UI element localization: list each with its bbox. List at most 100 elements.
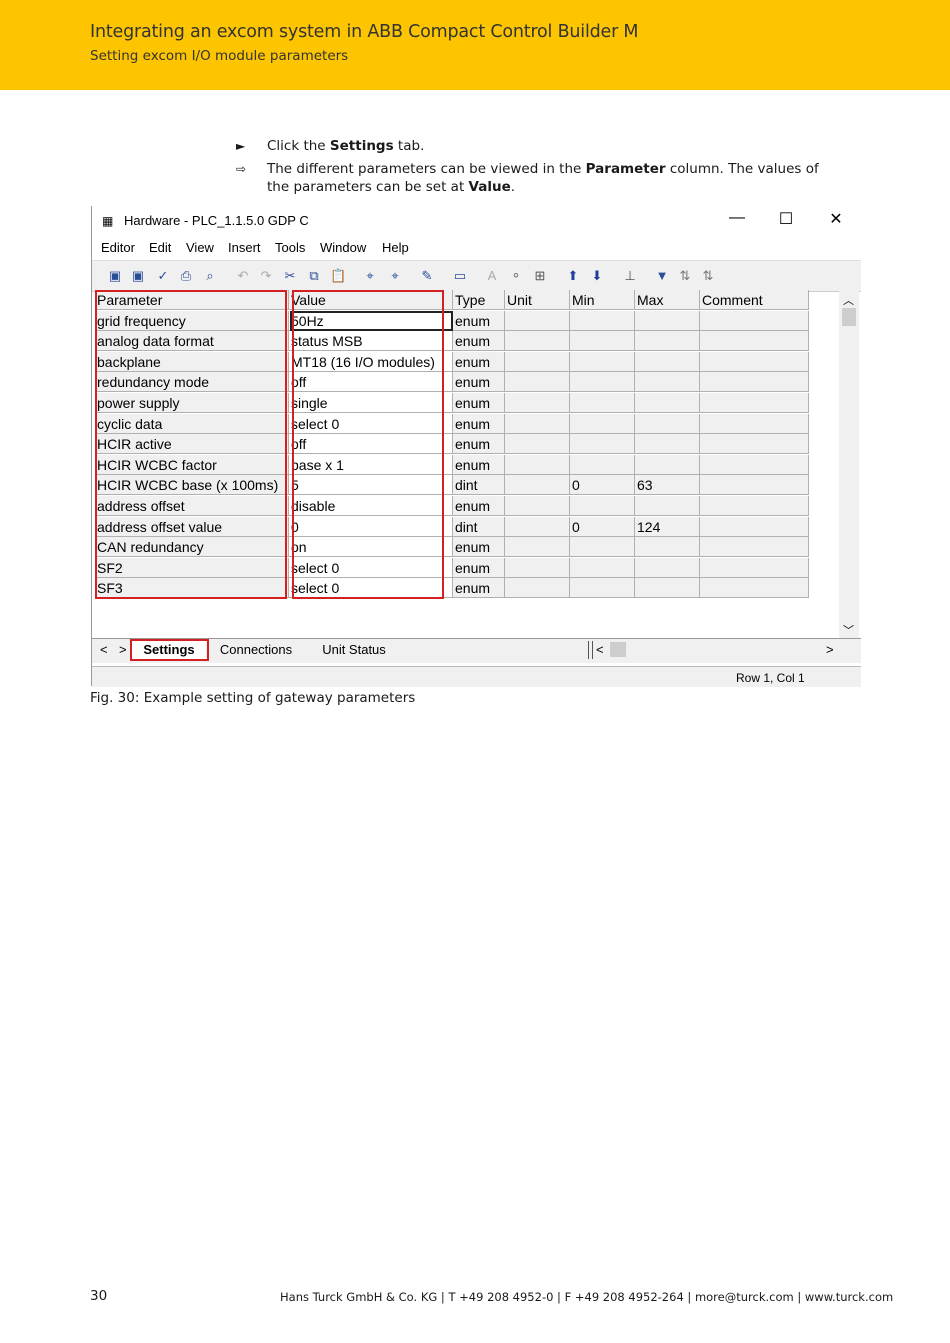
cell-max: 124 — [635, 516, 700, 537]
undo-icon[interactable]: ↶ — [235, 268, 251, 284]
cell-value[interactable]: 0 — [289, 516, 453, 537]
cut-icon[interactable]: ✂ — [282, 268, 298, 284]
cell-value[interactable]: single — [289, 393, 453, 413]
cell-parameter: HCIR WCBC factor — [95, 454, 289, 475]
cell-type: enum — [453, 310, 505, 331]
cell-unit — [505, 557, 570, 578]
link-icon[interactable]: ⚬ — [508, 268, 524, 284]
sheet-tab-bar: < > Settings Connections Unit Status < > — [92, 638, 861, 663]
maximize-icon[interactable]: ☐ — [771, 209, 801, 229]
window-title: Hardware - PLC_1.1.5.0 GDP C — [124, 213, 309, 228]
header-value: Value — [289, 290, 453, 310]
hardware-window-screenshot: ▦ Hardware - PLC_1.1.5.0 GDP C — ☐ ✕ Edi… — [91, 206, 861, 687]
cell-parameter: analog data format — [95, 331, 289, 352]
cell-comment — [700, 454, 809, 475]
tab-prev-icon[interactable]: < — [100, 642, 108, 657]
cell-value[interactable]: base x 1 — [289, 454, 453, 475]
header-title: Integrating an excom system in ABB Compa… — [90, 22, 639, 42]
cell-min: 0 — [570, 516, 635, 537]
cell-value[interactable]: off — [289, 372, 453, 393]
arrow-bullet-icon: ► — [236, 139, 246, 153]
cell-max — [635, 557, 700, 578]
find-icon[interactable]: ⌖ — [362, 268, 378, 284]
scroll-right-icon[interactable]: > — [826, 642, 834, 657]
cell-unit — [505, 578, 570, 599]
header-max: Max — [635, 290, 700, 310]
menu-insert[interactable]: Insert — [228, 240, 261, 255]
redo-icon[interactable]: ↷ — [258, 268, 274, 284]
page-number: 30 — [90, 1288, 108, 1304]
preview-icon[interactable]: ⌕ — [202, 268, 218, 284]
horizontal-scrollbar[interactable]: < > — [592, 641, 842, 659]
cell-comment — [700, 496, 809, 516]
save-all-icon[interactable]: ▣ — [130, 268, 146, 284]
cell-max — [635, 372, 700, 393]
menu-help[interactable]: Help — [382, 240, 409, 255]
cell-unit — [505, 516, 570, 537]
tree-icon[interactable]: ⊞ — [532, 268, 548, 284]
menu-editor[interactable]: Editor — [101, 240, 135, 255]
cell-type: enum — [453, 393, 505, 413]
menu-view[interactable]: View — [186, 240, 214, 255]
scroll-thumb[interactable] — [842, 308, 856, 326]
cell-value[interactable]: on — [289, 537, 453, 558]
paste-icon[interactable]: 📋 — [330, 268, 346, 284]
cell-value[interactable]: select 0 — [289, 578, 453, 599]
print-icon[interactable]: ⎙ — [178, 268, 194, 284]
filter-icon[interactable]: ▼ — [654, 268, 670, 284]
cell-value[interactable]: off — [289, 434, 453, 455]
cell-comment — [700, 310, 809, 331]
step-2-text: The different parameters can be viewed i… — [267, 161, 819, 195]
cursor-position: Row 1, Col 1 — [736, 671, 805, 685]
cell-value[interactable]: select 0 — [289, 557, 453, 578]
cell-parameter: backplane — [95, 351, 289, 372]
minimize-icon[interactable]: — — [722, 209, 752, 227]
arrow-down-icon[interactable]: ⬇ — [589, 268, 605, 284]
scroll-down-icon[interactable]: ﹀ — [843, 622, 854, 638]
menu-window[interactable]: Window — [320, 240, 366, 255]
menu-edit[interactable]: Edit — [149, 240, 171, 255]
tab-connections[interactable]: Connections — [210, 641, 302, 659]
cell-value[interactable]: select 0 — [289, 413, 453, 434]
cell-type: dint — [453, 475, 505, 496]
arrow-up-icon[interactable]: ⬆ — [565, 268, 581, 284]
sort-descending-icon[interactable]: ⇅ — [700, 268, 716, 284]
scroll-left-icon[interactable]: < — [596, 642, 604, 657]
toolbar: ▣ ▣ ✓ ⎙ ⌕ ↶ ↷ ✂ ⧉ 📋 ⌖ ⌖ ✎ ▭ A ⚬ ⊞ ⬆ ⬇ ⊥ … — [92, 260, 861, 292]
vertical-scrollbar[interactable]: ︿ ﹀ — [839, 290, 859, 640]
sort-ascending-icon[interactable]: ⇅ — [677, 268, 693, 284]
cell-parameter: redundancy mode — [95, 372, 289, 393]
cell-max: 63 — [635, 475, 700, 496]
tab-next-icon[interactable]: > — [119, 642, 127, 657]
cell-value[interactable]: disable — [289, 496, 453, 516]
menu-tools[interactable]: Tools — [275, 240, 305, 255]
cell-unit — [505, 310, 570, 331]
cell-value[interactable]: MT18 (16 I/O modules) — [289, 351, 453, 372]
text-tool-icon[interactable]: A — [484, 268, 500, 284]
tab-unit-status[interactable]: Unit Status — [308, 641, 400, 659]
cell-type: enum — [453, 454, 505, 475]
close-icon[interactable]: ✕ — [821, 209, 851, 229]
cell-max — [635, 496, 700, 516]
window-icon[interactable]: ▭ — [452, 268, 468, 284]
cell-unit — [505, 496, 570, 516]
cell-unit — [505, 434, 570, 455]
cell-min: 0 — [570, 475, 635, 496]
cell-type: enum — [453, 434, 505, 455]
cell-max — [635, 351, 700, 372]
scroll-up-icon[interactable]: ︿ — [843, 292, 854, 308]
save-icon[interactable]: ▣ — [107, 268, 123, 284]
cell-comment — [700, 578, 809, 599]
cell-max — [635, 578, 700, 599]
check-icon[interactable]: ✓ — [155, 268, 171, 284]
anchor-icon[interactable]: ⊥ — [622, 268, 638, 284]
copy-icon[interactable]: ⧉ — [306, 268, 322, 284]
h-scroll-thumb[interactable] — [610, 642, 626, 657]
find-next-icon[interactable]: ⌖ — [387, 268, 403, 284]
settings-tool-icon[interactable]: ✎ — [419, 268, 435, 284]
tab-settings[interactable]: Settings — [132, 641, 206, 659]
cell-value[interactable]: 5 — [289, 475, 453, 496]
cell-comment — [700, 537, 809, 558]
cell-value[interactable]: status MSB — [289, 331, 453, 352]
cell-max — [635, 310, 700, 331]
